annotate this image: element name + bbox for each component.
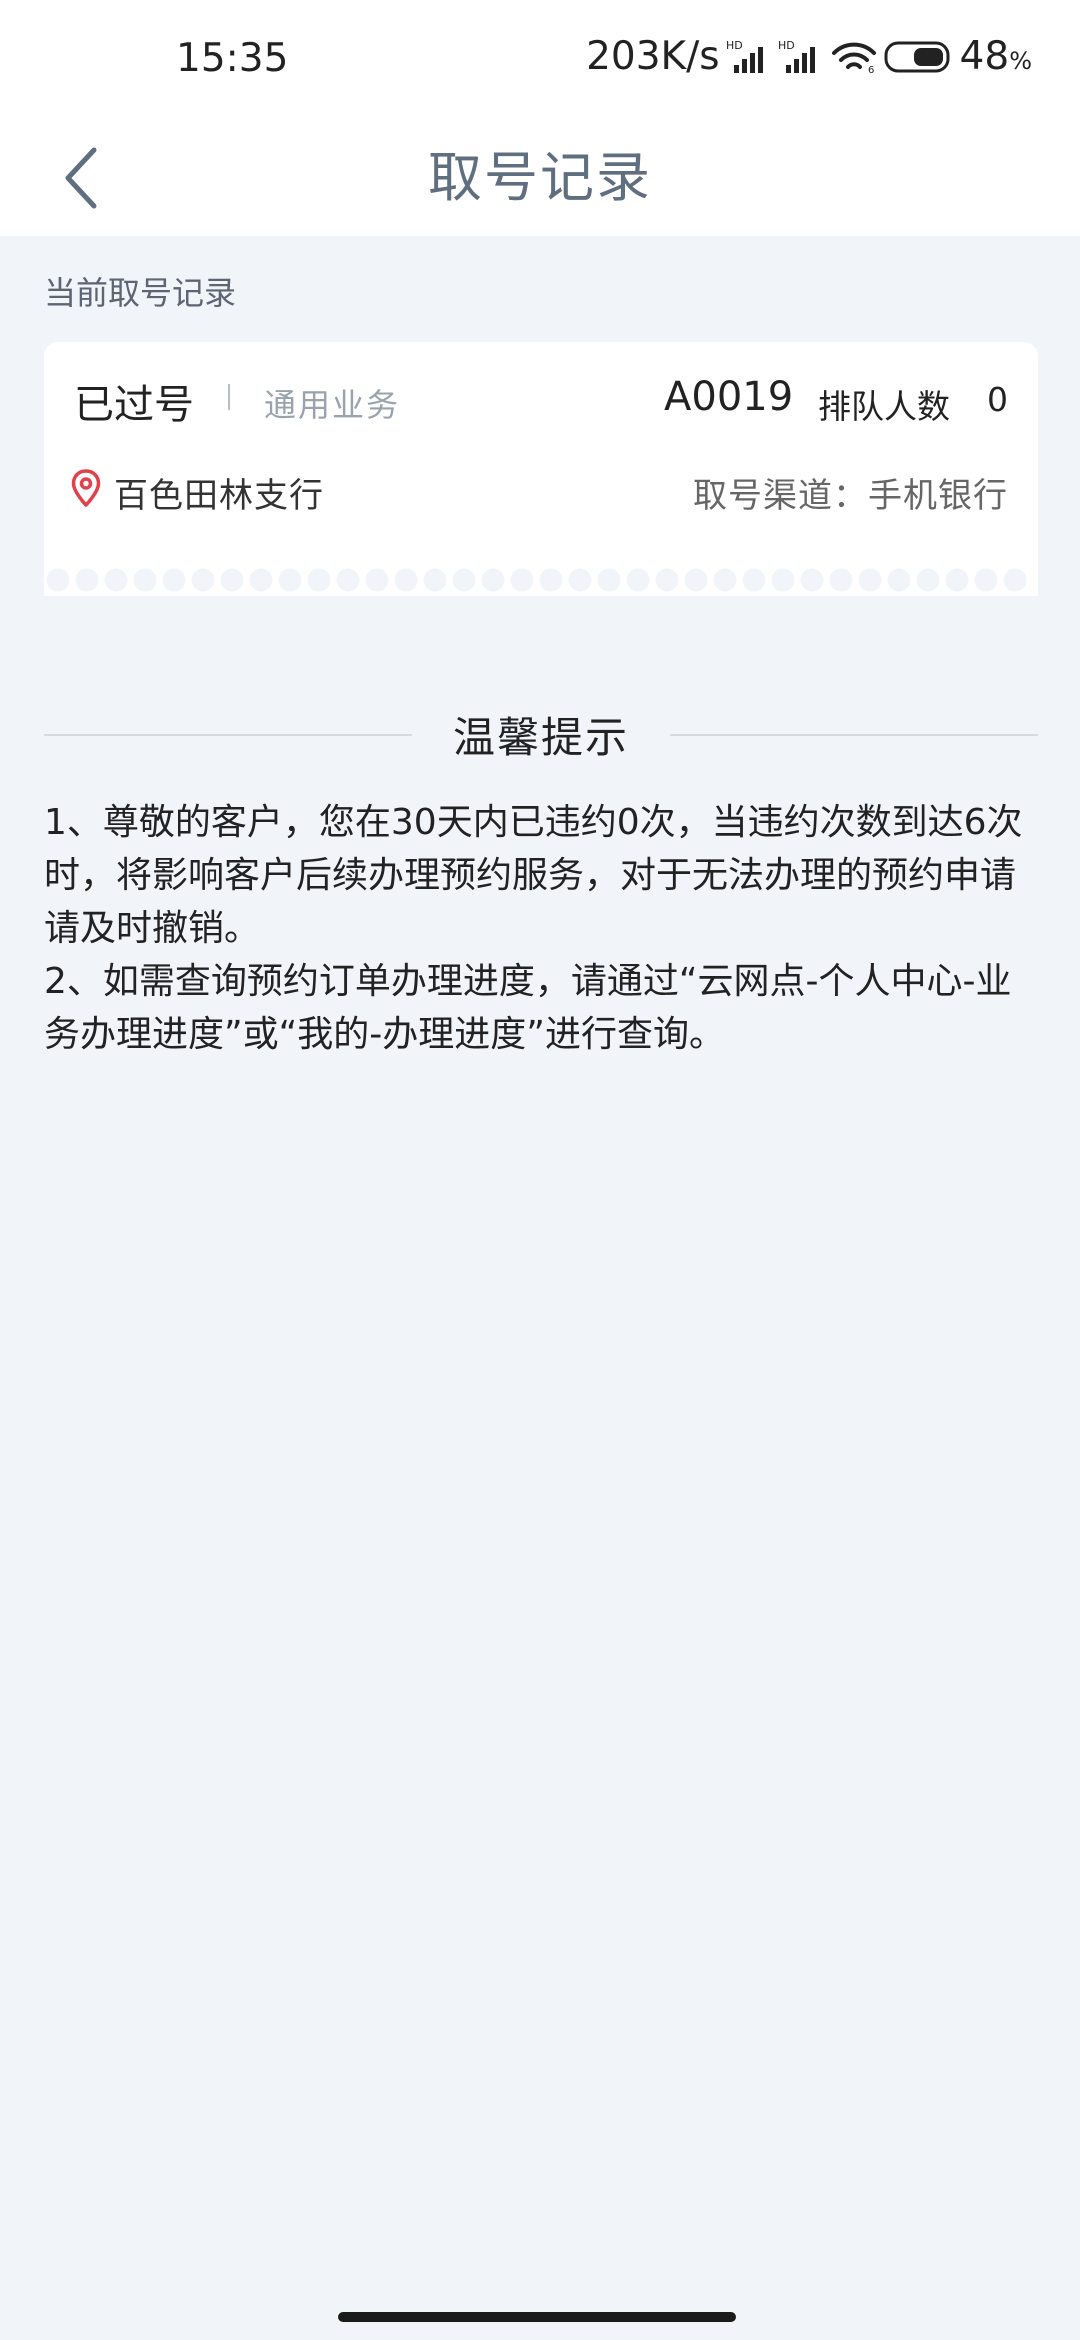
scallop-notch (829, 568, 853, 592)
scallop-notch (655, 568, 679, 592)
branch-name: 百色田林支行 (114, 476, 324, 516)
home-indicator[interactable] (338, 2312, 736, 2322)
scallop-notch (336, 568, 360, 592)
scallop-notch (75, 568, 99, 592)
scallop-notch (133, 568, 157, 592)
battery-percent: 48% (959, 34, 1032, 79)
ticket-status: 已过号 (74, 382, 194, 428)
svg-text:6: 6 (868, 65, 874, 75)
scallop-notch (1003, 568, 1027, 592)
tips-body: 1、尊敬的客户，您在30天内已违约0次，当违约次数到达6次时，将影响客户后续办理… (44, 796, 1040, 1061)
scallop-notch (278, 568, 302, 592)
queue-count: 0 (987, 380, 1008, 419)
divider (228, 384, 230, 410)
scallop-notch (916, 568, 940, 592)
scallop-notch (568, 568, 592, 592)
section-label: 当前取号记录 (44, 274, 237, 312)
wifi-icon: 6 (831, 42, 876, 75)
svg-text:HD: HD (778, 39, 795, 52)
tip-item: 2、如需查询预约订单办理进度，请通过“云网点-个人中心-业务办理进度”或“我的-… (44, 961, 1012, 1055)
queue-label: 排队人数 (818, 387, 950, 426)
header: 取号记录 (0, 120, 1080, 236)
scallop-notch (481, 568, 505, 592)
status-time: 15:35 (176, 36, 289, 81)
scallop-notch (191, 568, 215, 592)
scallop-notch (510, 568, 534, 592)
scallop-notch (742, 568, 766, 592)
scallop-notch (684, 568, 708, 592)
divider (670, 734, 1038, 736)
page-title: 取号记录 (428, 146, 652, 209)
scallop-notch (162, 568, 186, 592)
ticket-service-type: 通用业务 (264, 386, 401, 424)
scallop-notch (713, 568, 737, 592)
ticket-number: A0019 (664, 374, 794, 420)
scallop-notch (974, 568, 998, 592)
ticket-scallop-edge (44, 568, 1038, 592)
scallop-notch (945, 568, 969, 592)
scallop-notch (46, 568, 70, 592)
svg-text:HD: HD (726, 39, 743, 52)
scallop-notch (365, 568, 389, 592)
scallop-notch (249, 568, 273, 592)
scallop-notch (771, 568, 795, 592)
status-bar: 15:35 203K/s HD HD 6 48% (0, 0, 1080, 120)
scallop-notch (220, 568, 244, 592)
signal-hd-icon: HD (726, 39, 763, 73)
scallop-notch (423, 568, 447, 592)
scallop-notch (800, 568, 824, 592)
scallop-notch (597, 568, 621, 592)
tip-item: 1、尊敬的客户，您在30天内已违约0次，当违约次数到达6次时，将影响客户后续办理… (44, 802, 1023, 949)
ticket-channel: 取号渠道：手机银行 (693, 476, 1008, 516)
scallop-notch (104, 568, 128, 592)
scallop-notch (887, 568, 911, 592)
scallop-notch (394, 568, 418, 592)
tips-title: 温馨提示 (452, 713, 629, 762)
divider (44, 734, 412, 736)
scallop-notch (626, 568, 650, 592)
scallop-notch (307, 568, 331, 592)
ticket-card[interactable]: 已过号 通用业务 A0019 排队人数 0 百色田林支行 取号渠道：手机银行 (44, 342, 1038, 596)
location-pin-icon (71, 469, 101, 507)
battery-icon (884, 41, 950, 72)
scallop-notch (452, 568, 476, 592)
scallop-notch (858, 568, 882, 592)
scallop-notch (539, 568, 563, 592)
signal-hd-icon: HD (778, 39, 815, 73)
status-indicators: 203K/s HD HD 6 48% (586, 34, 1032, 79)
network-speed: 203K/s (586, 34, 720, 79)
